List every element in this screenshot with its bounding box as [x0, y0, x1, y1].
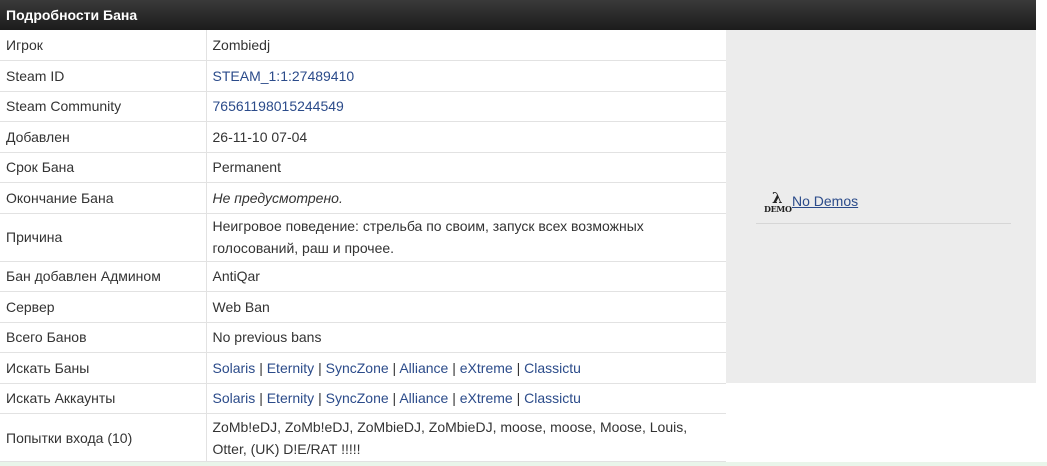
ban-expiry: Не предусмотрено.	[206, 182, 726, 214]
search-bans-classictu-link[interactable]: Classictu	[524, 360, 581, 376]
demos-panel: λ DEMO No Demos	[726, 30, 1036, 383]
table-row: Добавлен 26-11-10 07-04	[0, 121, 726, 153]
table-row: Сервер Web Ban	[0, 291, 726, 323]
row-label-search-accounts: Искать Аккаунты	[0, 383, 207, 414]
search-bans-alliance-link[interactable]: Alliance	[399, 360, 448, 376]
link-separator: |	[392, 390, 397, 407]
search-bans-solaris-link[interactable]: Solaris	[213, 360, 256, 376]
row-label-steam-id: Steam ID	[0, 60, 207, 92]
table-row: Срок Бана Permanent	[0, 152, 726, 183]
page-bottom-strip	[0, 462, 1047, 466]
search-bans-extreme-link[interactable]: eXtreme	[460, 360, 513, 376]
search-bans-eternity-link[interactable]: Eternity	[267, 360, 314, 376]
ban-reason: Неигровое поведение: стрельба по своим, …	[206, 213, 726, 262]
search-accounts-extreme-link[interactable]: eXtreme	[460, 390, 513, 406]
ban-details-header: Подробности Бана	[0, 0, 1036, 30]
row-label-login-attempts: Попытки входа (10)	[0, 413, 207, 462]
table-row: Искать Аккаунты Solaris | Eternity | Syn…	[0, 383, 726, 414]
search-bans-synczone-link[interactable]: SyncZone	[326, 360, 389, 376]
search-accounts-classictu-link[interactable]: Classictu	[524, 390, 581, 406]
row-label-ban-length: Срок Бана	[0, 152, 207, 183]
row-label-reason: Причина	[0, 213, 207, 262]
row-label-added: Добавлен	[0, 121, 207, 153]
no-demos-link[interactable]: No Demos	[792, 193, 858, 209]
row-label-admin: Бан добавлен Админом	[0, 261, 207, 292]
table-row: Окончание Бана Не предусмотрено.	[0, 182, 726, 214]
demo-icon: λ DEMO	[764, 189, 792, 214]
table-row: Попытки входа (10) ZoMb!eDJ, ZoMb!eDJ, Z…	[0, 413, 726, 462]
link-separator: |	[516, 359, 521, 376]
row-label-server: Сервер	[0, 291, 207, 323]
table-row: Steam Community 76561198015244549	[0, 91, 726, 122]
link-separator: |	[452, 390, 456, 407]
ban-details-table: Игрок Zombiedj Steam ID STEAM_1:1:274894…	[0, 30, 726, 462]
search-accounts-synczone-link[interactable]: SyncZone	[326, 390, 389, 406]
header-title: Подробности Бана	[6, 7, 138, 23]
total-bans: No previous bans	[206, 322, 726, 353]
table-row: Всего Банов No previous bans	[0, 322, 726, 353]
search-bans-links: Solaris | Eternity | SyncZone | Alliance…	[206, 352, 726, 384]
search-accounts-links: Solaris | Eternity | SyncZone | Alliance…	[206, 383, 726, 414]
steam-id-link[interactable]: STEAM_1:1:27489410	[213, 68, 355, 84]
link-separator: |	[318, 359, 322, 376]
row-label-ban-expiry: Окончание Бана	[0, 182, 207, 214]
link-separator: |	[259, 359, 263, 376]
admin-name: AntiQar	[206, 261, 726, 292]
link-separator: |	[259, 390, 263, 407]
link-separator: |	[516, 390, 521, 407]
link-separator: |	[392, 359, 397, 376]
search-accounts-solaris-link[interactable]: Solaris	[213, 390, 256, 406]
row-label-search-bans: Искать Баны	[0, 352, 207, 384]
added-date: 26-11-10 07-04	[206, 121, 726, 153]
link-separator: |	[318, 390, 322, 407]
table-row: Бан добавлен Админом AntiQar	[0, 261, 726, 292]
search-accounts-eternity-link[interactable]: Eternity	[267, 390, 314, 406]
login-attempts: ZoMb!eDJ, ZoMb!eDJ, ZoMbieDJ, ZoMbieDJ, …	[206, 413, 726, 462]
table-row: Steam ID STEAM_1:1:27489410	[0, 60, 726, 92]
demo-entry: λ DEMO No Demos	[756, 188, 1011, 224]
ban-length: Permanent	[206, 152, 726, 183]
row-label-player: Игрок	[0, 30, 207, 61]
search-accounts-alliance-link[interactable]: Alliance	[399, 390, 448, 406]
server-name: Web Ban	[206, 291, 726, 323]
player-name: Zombiedj	[206, 30, 726, 61]
steam-community-link[interactable]: 76561198015244549	[213, 98, 344, 114]
table-row: Игрок Zombiedj	[0, 30, 726, 61]
row-label-steam-community: Steam Community	[0, 91, 207, 122]
table-row: Причина Неигровое поведение: стрельба по…	[0, 213, 726, 262]
row-label-total-bans: Всего Банов	[0, 322, 207, 353]
table-row: Искать Баны Solaris | Eternity | SyncZon…	[0, 352, 726, 384]
link-separator: |	[452, 359, 456, 376]
